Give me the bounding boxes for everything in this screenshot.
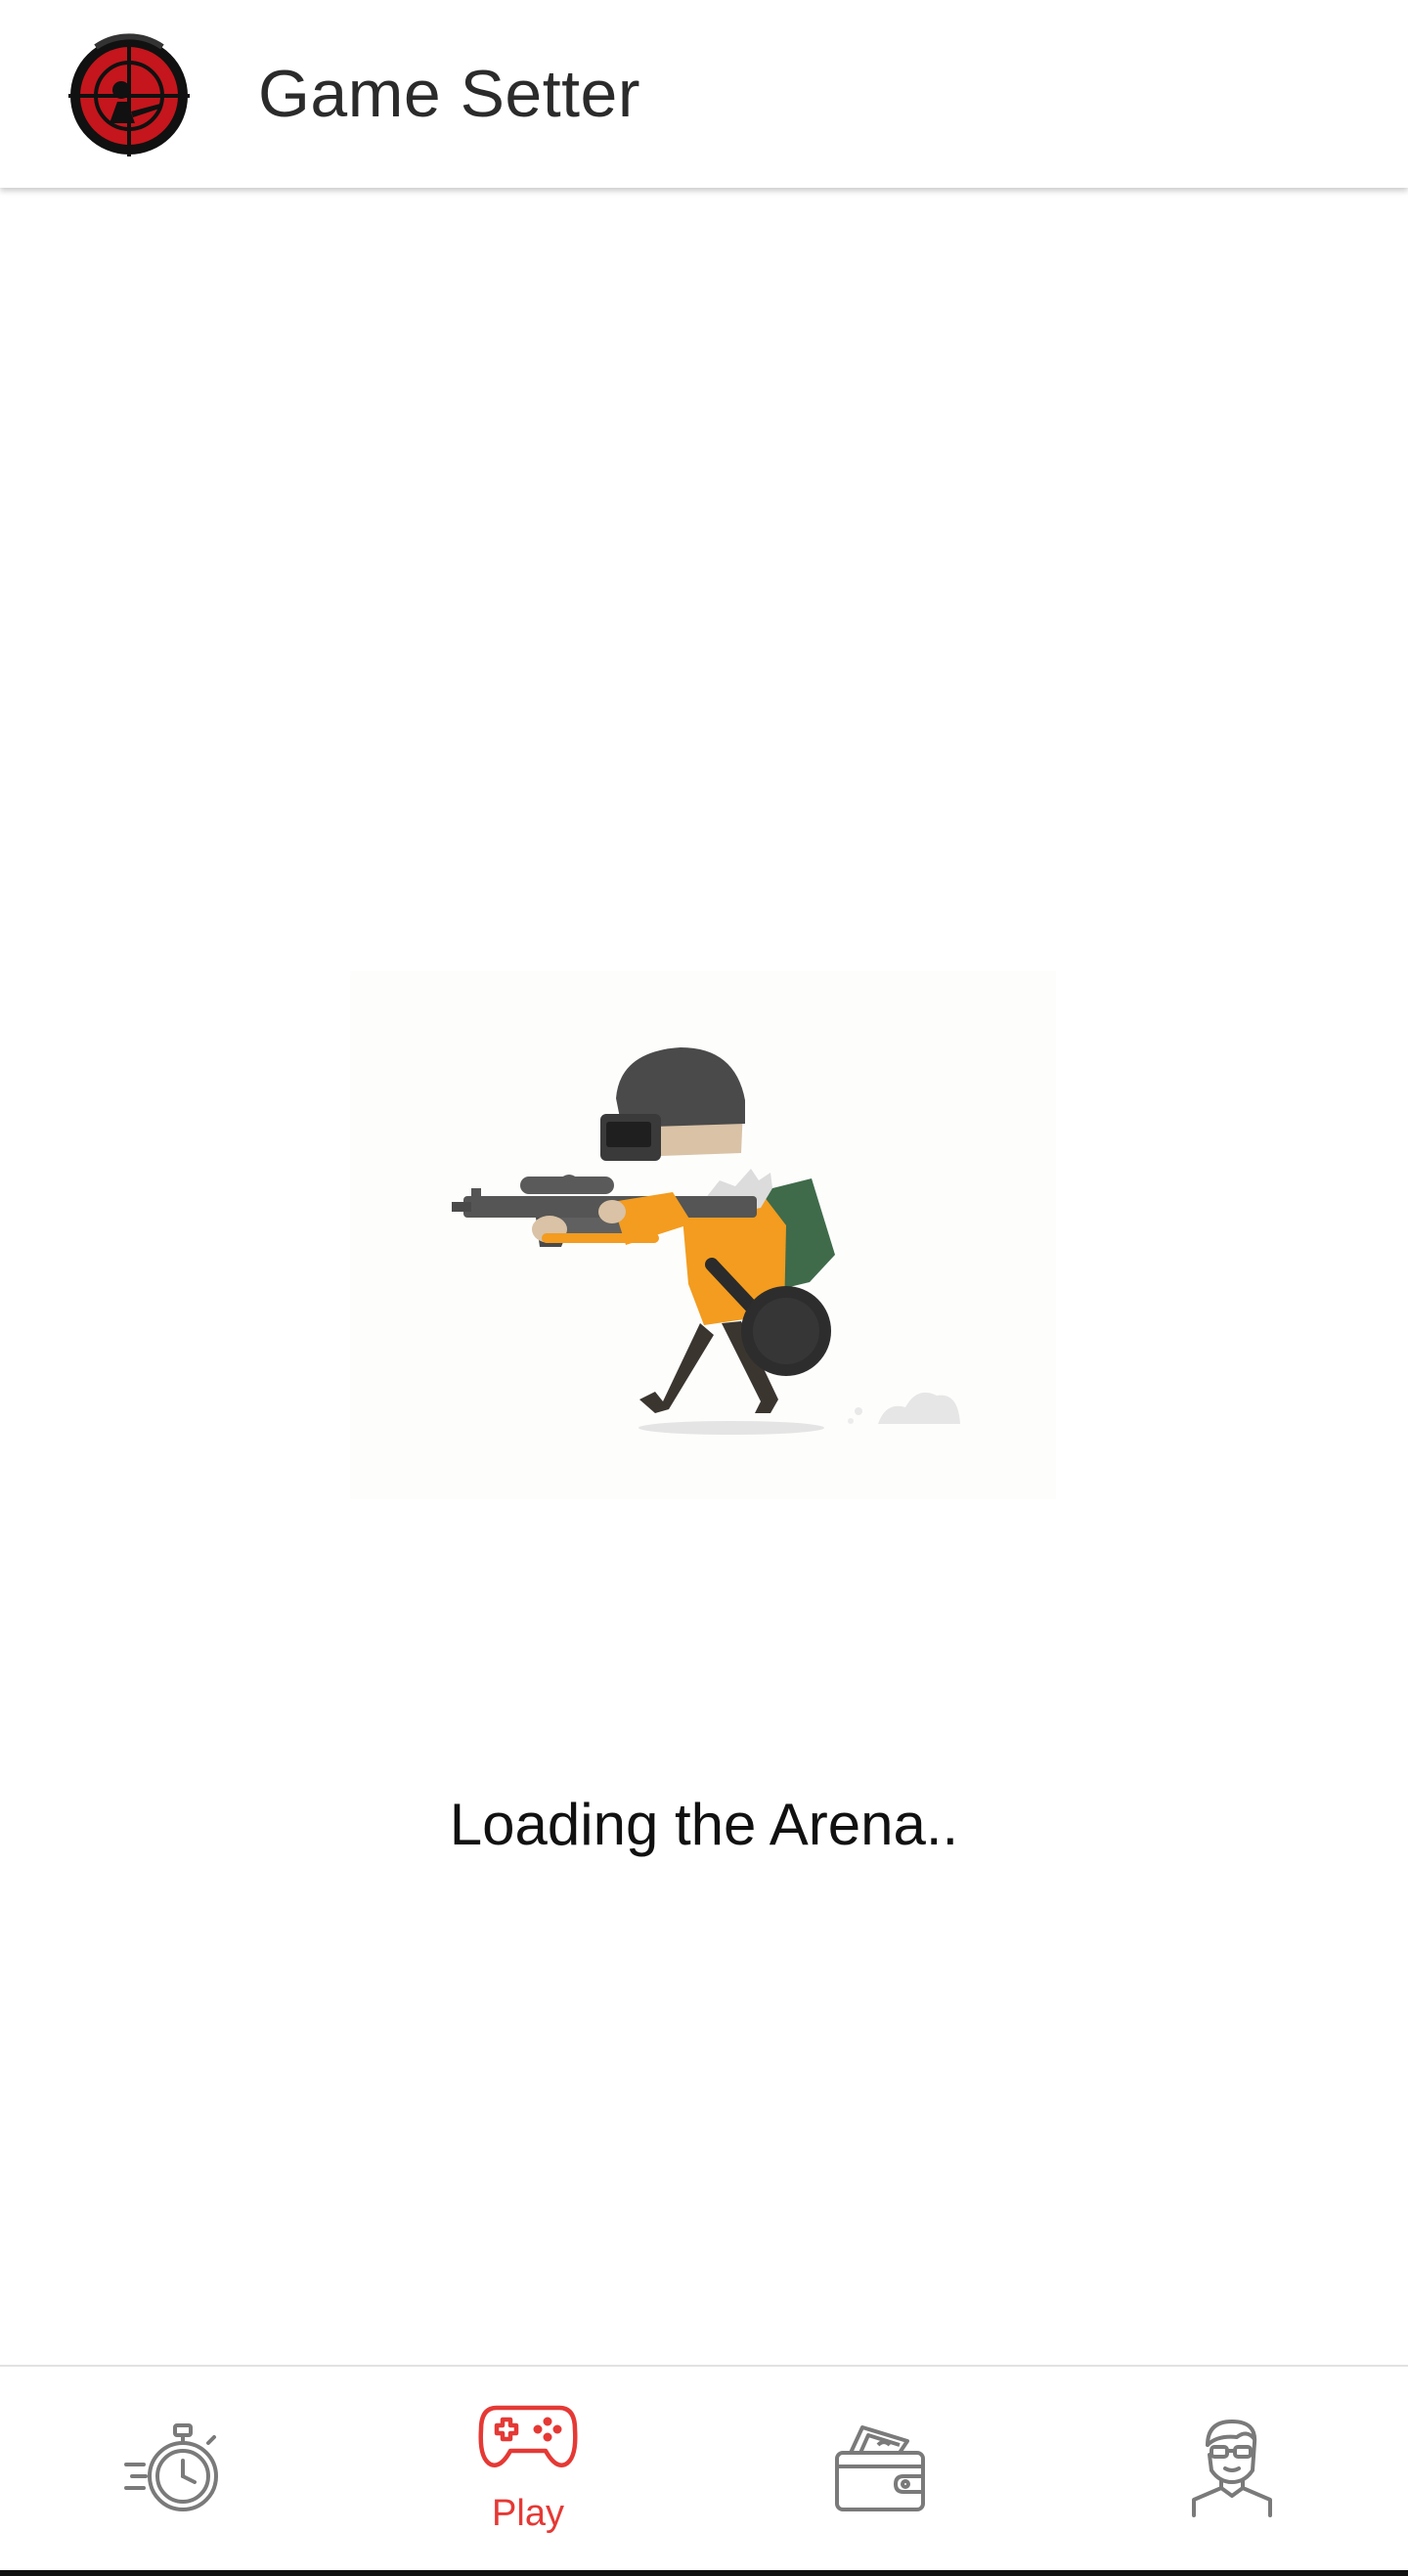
- soldier-running-illustration: [350, 971, 1056, 1499]
- wallet-icon: [835, 2425, 925, 2511]
- sniper-scope-logo-icon: [68, 33, 190, 156]
- loading-message: Loading the Arena..: [449, 1792, 959, 1857]
- bottom-navigation: Play: [0, 2365, 1408, 2570]
- gamepad-icon: [478, 2405, 578, 2467]
- nav-item-profile[interactable]: [1056, 2367, 1408, 2572]
- user-profile-icon: [1192, 2420, 1272, 2517]
- nav-item-timer[interactable]: [0, 2367, 352, 2572]
- app-bar: Game Setter: [0, 0, 1408, 188]
- system-nav-edge: [0, 2570, 1408, 2576]
- nav-item-wallet[interactable]: [704, 2367, 1056, 2572]
- nav-item-play-label: Play: [492, 2493, 564, 2534]
- nav-item-play[interactable]: Play: [352, 2367, 704, 2572]
- stopwatch-icon: [124, 2423, 218, 2511]
- app-title: Game Setter: [258, 57, 640, 131]
